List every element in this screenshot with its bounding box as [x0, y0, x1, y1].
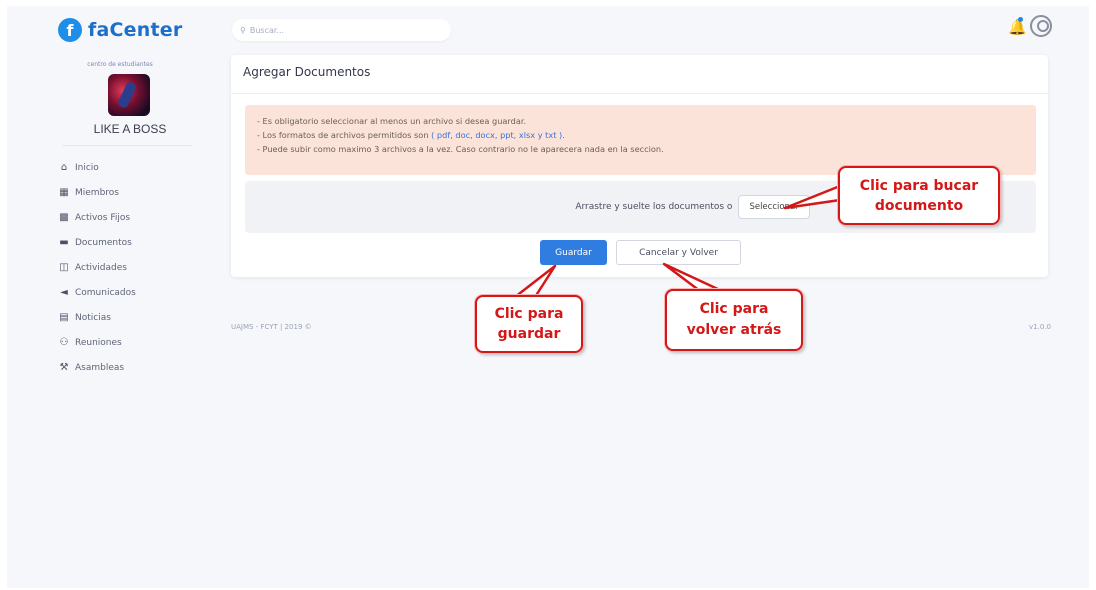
annotation-save-line1: Clic para: [494, 306, 564, 322]
alert-line-2-end: .: [562, 130, 565, 140]
search-input[interactable]: [249, 25, 430, 35]
sidebar-item-label: Inicio: [75, 162, 99, 173]
sidebar-divider: [62, 145, 192, 146]
annotation-cancel-line2: volver atrás: [686, 322, 782, 338]
meeting-icon: ⚇: [59, 337, 69, 348]
sidebar-item-label: Reuniones: [75, 337, 122, 348]
alert-line-2: - Los formatos de archivos permitidos so…: [257, 128, 1024, 142]
brand-name: faCenter: [88, 19, 183, 41]
activities-icon: ◫: [59, 262, 69, 273]
sidebar-item-activos-fijos[interactable]: ▩ Activos Fijos: [58, 205, 136, 230]
logo-icon: f: [58, 18, 82, 42]
brand-logo[interactable]: f faCenter: [58, 18, 182, 42]
annotation-cancel: Clic para volver atrás: [665, 289, 803, 351]
search-icon: ⚲: [240, 25, 246, 35]
sidebar-item-miembros[interactable]: ▦ Miembros: [58, 180, 136, 205]
sidebar-item-label: Miembros: [75, 187, 119, 198]
sidebar-item-documentos[interactable]: ▬ Documentos: [58, 230, 136, 255]
info-alert: - Es obligatorio seleccionar al menos un…: [245, 105, 1036, 175]
sidebar-item-actividades[interactable]: ◫ Actividades: [58, 255, 136, 280]
alert-line-1: - Es obligatorio seleccionar al menos un…: [257, 116, 527, 126]
card-title: Agregar Documentos: [243, 65, 371, 79]
search-bar[interactable]: ⚲: [232, 19, 451, 41]
sidebar-item-inicio[interactable]: ⌂ Inicio: [58, 155, 136, 180]
home-icon: ⌂: [60, 162, 68, 173]
annotation-save-line2: guardar: [497, 326, 561, 342]
sidebar-item-label: Asambleas: [75, 362, 125, 373]
annotation-select-line2: documento: [874, 198, 964, 214]
sidebar-item-label: Noticias: [75, 312, 111, 323]
sidebar-item-label: Comunicados: [75, 287, 136, 298]
sidebar-item-reuniones[interactable]: ⚇ Reuniones: [58, 330, 136, 355]
org-name: LIKE A BOSS: [93, 122, 167, 136]
sidebar-item-noticias[interactable]: ▤ Noticias: [58, 305, 136, 330]
assets-icon: ▩: [59, 212, 69, 223]
annotation-select: Clic para bucar documento: [838, 166, 1000, 225]
save-button[interactable]: Guardar: [540, 240, 607, 265]
megaphone-icon: ◄: [60, 287, 68, 298]
sidebar-nav: ⌂ Inicio ▦ Miembros ▩ Activos Fijos ▬ Docume…: [58, 155, 136, 380]
folder-icon: ▬: [59, 237, 69, 248]
assembly-icon: ⚒: [59, 362, 69, 373]
news-icon: ▤: [59, 312, 69, 323]
sidebar-item-asambleas[interactable]: ⚒ Asambleas: [58, 355, 136, 380]
dropzone-text: Arrastre y suelte los documentos o: [575, 202, 733, 212]
org-avatar: [108, 74, 150, 116]
members-icon: ▦: [59, 187, 69, 198]
org-subtitle: centro de estudiantes: [87, 61, 153, 68]
alert-line-2-text: - Los formatos de archivos permitidos so…: [257, 130, 429, 140]
notification-dot: [1018, 17, 1023, 22]
sidebar-item-label: Documentos: [75, 237, 132, 248]
sidebar-item-comunicados[interactable]: ◄ Comunicados: [58, 280, 136, 305]
footer-version: v1.0.0: [1029, 323, 1051, 331]
annotation-cancel-line1: Clic para: [699, 301, 769, 317]
alert-line-3: - Puede subir como maximo 3 archivos a l…: [257, 144, 664, 154]
card-divider: [231, 93, 1048, 94]
footer-copyright: UAJMS - FCYT | 2019 ©: [231, 323, 312, 331]
select-file-button[interactable]: Seleccionar: [738, 195, 810, 219]
sidebar-item-label: Activos Fijos: [75, 212, 131, 223]
allowed-formats: ( pdf, doc, docx, ppt, xlsx y txt ): [431, 130, 563, 140]
annotation-select-line1: Clic para bucar: [859, 178, 979, 194]
annotation-save: Clic para guardar: [475, 295, 583, 353]
sidebar-item-label: Actividades: [75, 262, 127, 273]
cancel-back-button[interactable]: Cancelar y Volver: [616, 240, 741, 265]
user-avatar-icon[interactable]: [1030, 15, 1052, 37]
